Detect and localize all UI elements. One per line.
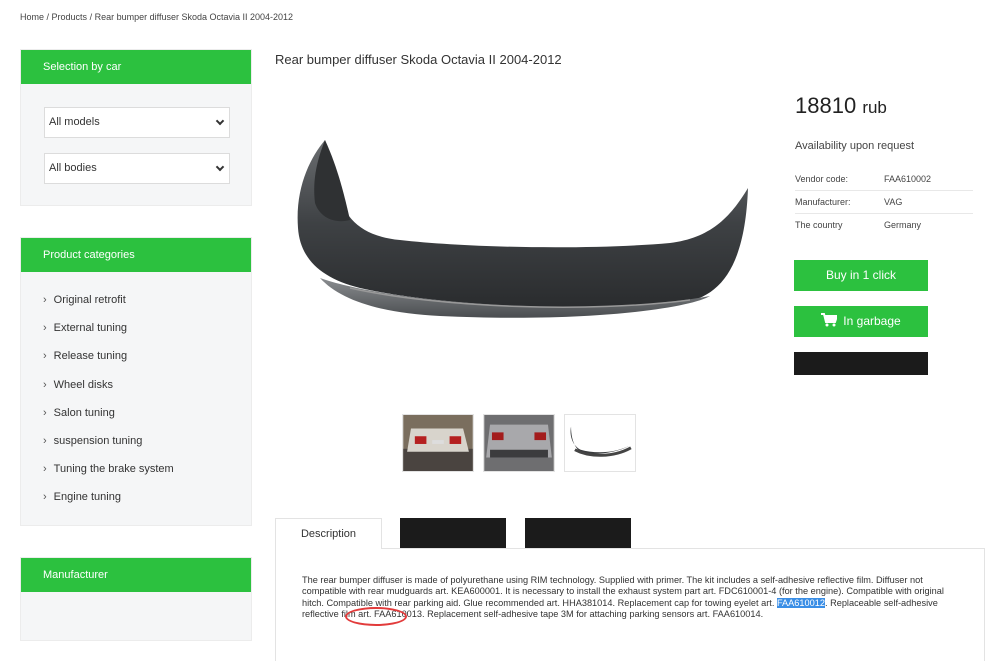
- dark-action-button[interactable]: [794, 352, 928, 375]
- chevron-right-icon: ›: [43, 350, 47, 363]
- spec-key: Vendor code:: [795, 174, 849, 184]
- category-label: Tuning the brake system: [53, 463, 174, 476]
- chevron-right-icon: ›: [43, 491, 47, 504]
- breadcrumb-current: Rear bumper diffuser Skoda Octavia II 20…: [94, 12, 294, 22]
- spec-row-manufacturer: Manufacturer: VAG: [795, 191, 973, 214]
- breadcrumb-separator: /: [87, 12, 95, 22]
- category-item[interactable]: › suspension tuning: [21, 427, 251, 455]
- category-item[interactable]: › External tuning: [21, 314, 251, 342]
- spec-row-country: The country Germany: [795, 214, 973, 237]
- category-list: › Original retrofit › External tuning › Rel…: [21, 272, 251, 512]
- tab-description[interactable]: Description: [275, 518, 382, 549]
- tab-3[interactable]: [525, 518, 631, 549]
- category-label: Wheel disks: [53, 378, 113, 391]
- red-circle-annotation: [345, 607, 407, 626]
- product-categories-title: Product categories: [21, 238, 251, 272]
- chevron-down-icon: [215, 162, 225, 172]
- manufacturer-panel: Manufacturer: [20, 557, 252, 641]
- product-price: 18810 rub: [795, 93, 887, 119]
- price-currency: rub: [862, 98, 887, 117]
- category-item[interactable]: › Tuning the brake system: [21, 455, 251, 483]
- category-label: Engine tuning: [53, 491, 121, 504]
- model-select[interactable]: All models: [44, 107, 230, 138]
- add-to-cart-label: In garbage: [843, 314, 901, 328]
- spec-value: VAG: [884, 197, 903, 207]
- chevron-right-icon: ›: [43, 463, 47, 476]
- spec-key: The country: [795, 220, 843, 230]
- category-label: External tuning: [53, 322, 128, 335]
- category-label: suspension tuning: [53, 434, 143, 447]
- chevron-right-icon: ›: [43, 322, 47, 335]
- tab-2[interactable]: [400, 518, 506, 549]
- category-item[interactable]: › Wheel disks: [21, 371, 251, 399]
- availability-status: Availability upon request: [795, 140, 915, 152]
- spec-value: FAA610002: [884, 174, 932, 184]
- product-title: Rear bumper diffuser Skoda Octavia II 20…: [275, 52, 562, 67]
- buy-one-click-label: Buy in 1 click: [825, 268, 897, 282]
- manufacturer-title: Manufacturer: [21, 558, 251, 592]
- breadcrumb: Home / Products / Rear bumper diffuser S…: [20, 12, 293, 22]
- chevron-right-icon: ›: [43, 406, 47, 419]
- category-label: Salon tuning: [53, 406, 115, 419]
- product-categories-panel: Product categories › Original retrofit › E…: [20, 237, 252, 526]
- selection-by-car-title: Selection by car: [21, 50, 251, 84]
- chevron-right-icon: ›: [43, 378, 47, 391]
- add-to-cart-button[interactable]: In garbage: [794, 306, 928, 337]
- thumbnail-1[interactable]: [402, 414, 474, 472]
- product-specs: Vendor code: FAA610002 Manufacturer: VAG…: [795, 168, 973, 237]
- buy-one-click-button[interactable]: Buy in 1 click: [794, 260, 928, 291]
- chevron-right-icon: ›: [43, 294, 47, 306]
- category-item[interactable]: › Release tuning: [21, 342, 251, 370]
- category-label: Original retrofit: [53, 294, 126, 306]
- spec-row-vendor-code: Vendor code: FAA610002: [795, 168, 973, 191]
- model-select-value: All models: [49, 116, 100, 128]
- breadcrumb-products[interactable]: Products: [52, 12, 88, 22]
- body-select[interactable]: All bodies: [44, 153, 230, 184]
- category-item[interactable]: › Original retrofit: [21, 286, 251, 314]
- spec-value: Germany: [884, 220, 922, 230]
- highlighted-article: FAA610012: [776, 597, 825, 608]
- category-item[interactable]: › Engine tuning: [21, 483, 251, 511]
- thumbnail-3[interactable]: [564, 414, 636, 472]
- breadcrumb-home[interactable]: Home: [20, 12, 44, 22]
- breadcrumb-separator: /: [44, 12, 52, 22]
- chevron-down-icon: [215, 116, 225, 126]
- category-item[interactable]: › Salon tuning: [21, 399, 251, 427]
- cart-icon: [821, 313, 839, 327]
- thumbnail-2[interactable]: [483, 414, 555, 472]
- spec-key: Manufacturer:: [795, 197, 851, 207]
- category-label: Release tuning: [53, 350, 128, 363]
- selection-by-car-panel: Selection by car All models All bodies: [20, 49, 252, 206]
- price-value: 18810: [795, 93, 857, 118]
- chevron-right-icon: ›: [43, 434, 47, 447]
- body-select-value: All bodies: [49, 162, 97, 174]
- product-main-image[interactable]: [290, 128, 760, 328]
